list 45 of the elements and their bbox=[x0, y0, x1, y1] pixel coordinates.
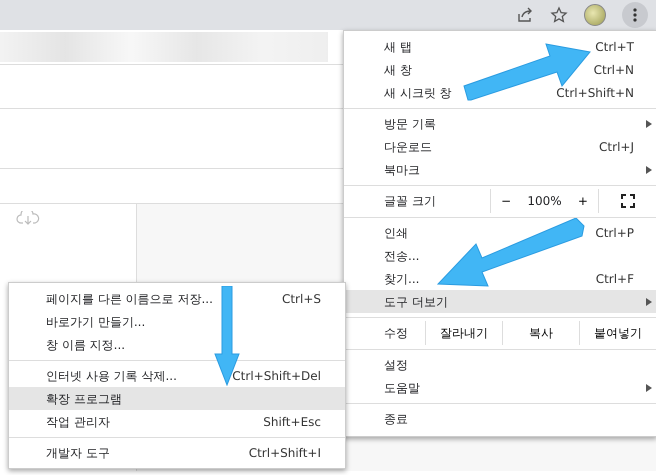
menu-item[interactable]: 도구 더보기 bbox=[344, 290, 656, 313]
shortcut-text: Ctrl+F bbox=[596, 270, 634, 288]
menu-item[interactable]: 전송... bbox=[344, 244, 656, 267]
menu-item[interactable]: 확장 프로그램 bbox=[9, 387, 345, 410]
shortcut-text: Ctrl+Shift+N bbox=[556, 84, 634, 102]
shortcut-text: Ctrl+Shift+I bbox=[248, 444, 321, 462]
menu-item[interactable]: 새 시크릿 창 Ctrl+Shift+N bbox=[344, 81, 656, 104]
menu-label: 글꼴 크기 bbox=[384, 193, 436, 210]
zoom-in-button[interactable]: + bbox=[574, 192, 592, 210]
zoom-value: 100% bbox=[527, 193, 562, 210]
menu-item[interactable]: 작업 관리자 Shift+Esc bbox=[9, 410, 345, 433]
zoom-out-button[interactable]: − bbox=[497, 192, 516, 210]
shortcut-text: Ctrl+N bbox=[594, 62, 634, 78]
menu-item[interactable]: 개발자 도구 Ctrl+Shift+I bbox=[9, 441, 345, 464]
menu-item[interactable]: 북마크 bbox=[344, 158, 656, 181]
menu-item[interactable]: 종료 bbox=[344, 407, 656, 430]
shortcut-text: Shift+Esc bbox=[263, 414, 321, 430]
menu-item[interactable]: 창 이름 지정... bbox=[9, 333, 345, 356]
shortcut-text: Ctrl+P bbox=[595, 224, 634, 242]
menu-item[interactable]: 바로가기 만들기... bbox=[9, 310, 345, 333]
menu-item[interactable]: 새 창 Ctrl+N bbox=[344, 58, 656, 81]
menu-item[interactable]: 다운로드 Ctrl+J bbox=[344, 135, 656, 158]
more-icon bbox=[633, 8, 637, 22]
menu-item[interactable]: 인쇄 Ctrl+P bbox=[344, 221, 656, 244]
menu-label: 수정 bbox=[384, 325, 408, 342]
share-icon[interactable] bbox=[516, 6, 534, 24]
cloud-download-icon bbox=[16, 210, 40, 225]
edit-button[interactable]: 붙여넣기 bbox=[580, 321, 656, 345]
fullscreen-icon bbox=[620, 194, 634, 208]
shortcut-text: Ctrl+T bbox=[595, 38, 634, 56]
menu-button[interactable] bbox=[622, 2, 648, 28]
menu-item[interactable]: 인터넷 사용 기록 삭제... Ctrl+Shift+Del bbox=[9, 364, 345, 387]
star-icon[interactable] bbox=[550, 6, 568, 24]
shortcut-text: Ctrl+S bbox=[282, 290, 321, 308]
menu-item[interactable]: 방문 기록 bbox=[344, 112, 656, 135]
menu-item[interactable]: 찾기... Ctrl+F bbox=[344, 267, 656, 290]
menu-item[interactable]: 설정 bbox=[344, 353, 656, 376]
shortcut-text: Ctrl+J bbox=[599, 138, 634, 156]
menu-item[interactable]: 도움말 bbox=[344, 376, 656, 399]
shortcut-text: Ctrl+Shift+Del bbox=[232, 368, 321, 384]
menu-item[interactable]: 새 탭 Ctrl+T bbox=[344, 35, 656, 58]
edit-button[interactable]: 복사 bbox=[503, 321, 580, 345]
menu-item[interactable]: 페이지를 다른 이름으로 저장... Ctrl+S bbox=[9, 287, 345, 310]
profile-avatar[interactable] bbox=[584, 4, 606, 26]
edit-button[interactable]: 잘라내기 bbox=[426, 321, 503, 345]
